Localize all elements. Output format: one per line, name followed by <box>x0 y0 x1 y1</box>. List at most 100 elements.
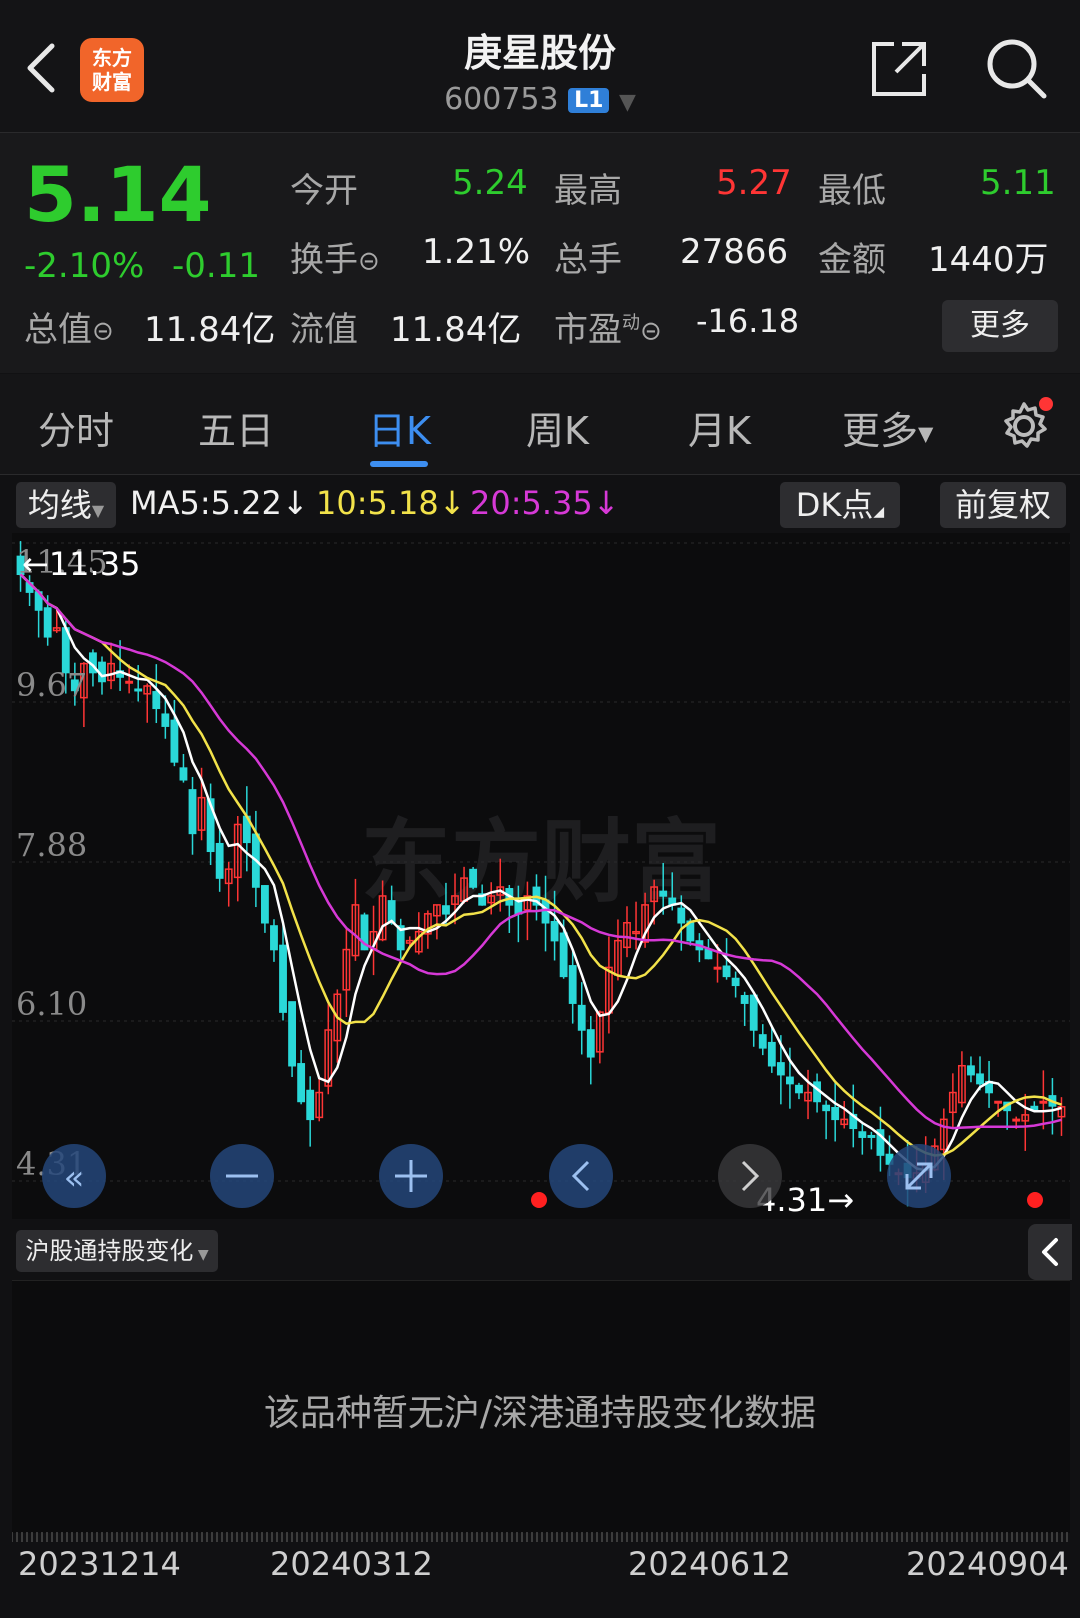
candle-body <box>306 1089 315 1121</box>
candle-body <box>767 1041 776 1067</box>
candle-body <box>586 1029 595 1058</box>
candle-body <box>786 1076 794 1085</box>
open-value: 5.24 <box>452 163 528 203</box>
x-date-label: 20231214 <box>18 1545 181 1583</box>
candle-body <box>568 965 577 1004</box>
candle-body <box>740 995 749 1004</box>
sub-panel-select[interactable]: 沪股通持股变化 ▼ <box>16 1230 218 1272</box>
candle-body <box>722 965 731 978</box>
candle-body <box>577 1004 586 1031</box>
scroll-left-button[interactable] <box>549 1144 613 1208</box>
caret-down-icon: ▼ <box>918 421 934 446</box>
dk-signal-dot <box>1027 1192 1043 1208</box>
zoom-out-button[interactable] <box>210 1144 274 1208</box>
settings-button[interactable] <box>998 396 1054 452</box>
turnover-label[interactable]: 换手⊝ <box>290 232 380 281</box>
chevron-left-icon <box>1042 1238 1058 1266</box>
zoom-in-button[interactable] <box>379 1144 443 1208</box>
candle-body <box>288 1001 296 1067</box>
candle-body <box>469 868 478 888</box>
amount-value: 1440万 <box>928 240 1049 280</box>
turnover-label-text: 换手 <box>290 240 358 280</box>
high-label: 最高 <box>554 171 622 211</box>
float-value-label: 流值 <box>290 310 358 350</box>
change-percent: -2.10% <box>24 246 145 286</box>
candle-body <box>713 966 722 970</box>
candle-body <box>831 1106 840 1121</box>
candle-body <box>795 1084 803 1094</box>
double-chevron-left-icon: « <box>64 1158 85 1198</box>
candle-body <box>976 1073 984 1085</box>
pe-dynamic-mark: 动 <box>622 312 640 334</box>
tab-more[interactable]: 更多▼ <box>842 400 933 455</box>
ma-select[interactable]: 均线▼ <box>16 482 116 528</box>
change-amount: -0.11 <box>172 246 260 286</box>
candle-body <box>550 921 559 942</box>
info-icon: ⊝ <box>640 316 662 347</box>
candle-body <box>559 932 568 978</box>
open-label: 今开 <box>290 171 358 211</box>
high-value: 5.27 <box>716 163 792 203</box>
search-button[interactable] <box>984 36 1050 102</box>
corner-triangle-icon: ◢ <box>873 504 885 520</box>
candle-body <box>43 607 52 638</box>
low-label: 最低 <box>818 171 886 211</box>
turnover-value: 1.21% <box>422 232 531 272</box>
kline-chart[interactable]: 东方财富 11.459.677.886.104.31 ←11.35 4.31→ … <box>12 533 1070 1219</box>
tab-monthly-k[interactable]: 月K <box>688 400 751 455</box>
ma-select-label: 均线 <box>27 486 92 524</box>
share-icon <box>872 42 926 96</box>
candle-body <box>731 977 740 987</box>
more-quote-button[interactable]: 更多 <box>942 300 1058 352</box>
share-button[interactable] <box>868 38 930 100</box>
adjust-price-button[interactable]: 前复权 <box>940 482 1066 528</box>
volume-label: 总手 <box>554 240 622 280</box>
tab-more-label: 更多 <box>842 409 919 453</box>
max-price-marker: ←11.35 <box>22 545 140 583</box>
level-badge: L1 <box>568 88 610 113</box>
candle-body <box>659 890 668 897</box>
candle-body <box>161 713 170 727</box>
candle-body <box>858 1131 867 1138</box>
sub-panel-empty-message: 该品种暂无沪/深港通持股变化数据 <box>263 1393 817 1434</box>
stock-code: 600753 <box>444 82 559 117</box>
total-value-label[interactable]: 总值⊝ <box>24 302 114 351</box>
candle-body <box>442 905 450 915</box>
ma20-value: 20:5.35↓ <box>470 484 620 522</box>
tab-five-day[interactable]: 五日 <box>198 400 274 455</box>
tab-intraday[interactable]: 分时 <box>38 400 114 455</box>
scroll-right-button[interactable] <box>718 1144 782 1208</box>
ma5-value: MA5:5.22↓ <box>130 484 309 522</box>
dk-point-button[interactable]: DK点◢ <box>780 482 900 528</box>
fullscreen-button[interactable] <box>887 1144 951 1208</box>
x-axis-ruler <box>12 1532 1068 1542</box>
dk-signal-dot <box>531 1192 547 1208</box>
y-tick-label: 6.10 <box>16 985 87 1023</box>
candle-body <box>134 688 143 692</box>
candle-body <box>994 1100 1003 1104</box>
total-value-label-text: 总值 <box>24 310 92 350</box>
candle-body <box>188 789 197 835</box>
candle-body <box>967 1065 975 1076</box>
gear-icon <box>1004 397 1053 448</box>
active-tab-indicator <box>370 461 428 467</box>
candle-body <box>677 907 686 924</box>
candle-body <box>867 1134 876 1138</box>
candle-body <box>1012 1118 1021 1122</box>
candle-body <box>1039 1100 1048 1104</box>
search-icon <box>987 39 1047 99</box>
candle-body <box>179 767 188 781</box>
sub-panel-select-label: 沪股通持股变化 <box>25 1237 194 1265</box>
last-price: 5.14 <box>24 150 212 239</box>
candle-body <box>776 1062 785 1076</box>
x-date-label: 20240904 <box>906 1545 1069 1583</box>
candle-body <box>279 944 287 1013</box>
pe-label[interactable]: 市盈动⊝ <box>554 302 662 351</box>
tab-daily-k[interactable]: 日K <box>368 400 431 455</box>
candle-body <box>215 842 224 879</box>
tab-weekly-k[interactable]: 周K <box>526 400 589 455</box>
collapse-panel-button[interactable] <box>1028 1224 1072 1280</box>
candle-body <box>261 885 269 924</box>
scroll-left-fast-button[interactable]: « <box>42 1144 106 1208</box>
candle-body <box>387 900 396 924</box>
